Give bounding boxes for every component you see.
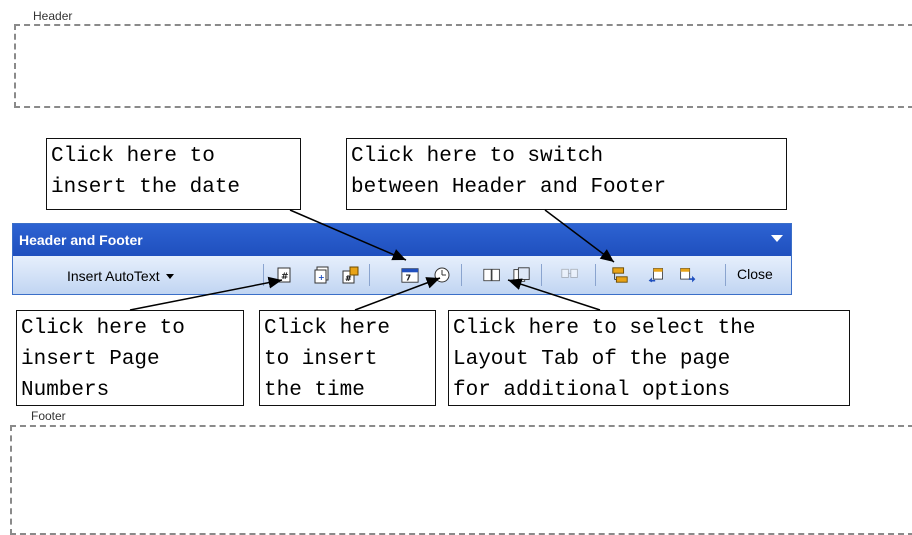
- arrow-date: [289, 209, 407, 261]
- callout-arrows: [129, 209, 615, 311]
- arrow-layout: [507, 278, 601, 311]
- arrow-switch: [544, 209, 615, 263]
- arrow-pagenum: [129, 276, 283, 311]
- arrow-time: [354, 277, 441, 311]
